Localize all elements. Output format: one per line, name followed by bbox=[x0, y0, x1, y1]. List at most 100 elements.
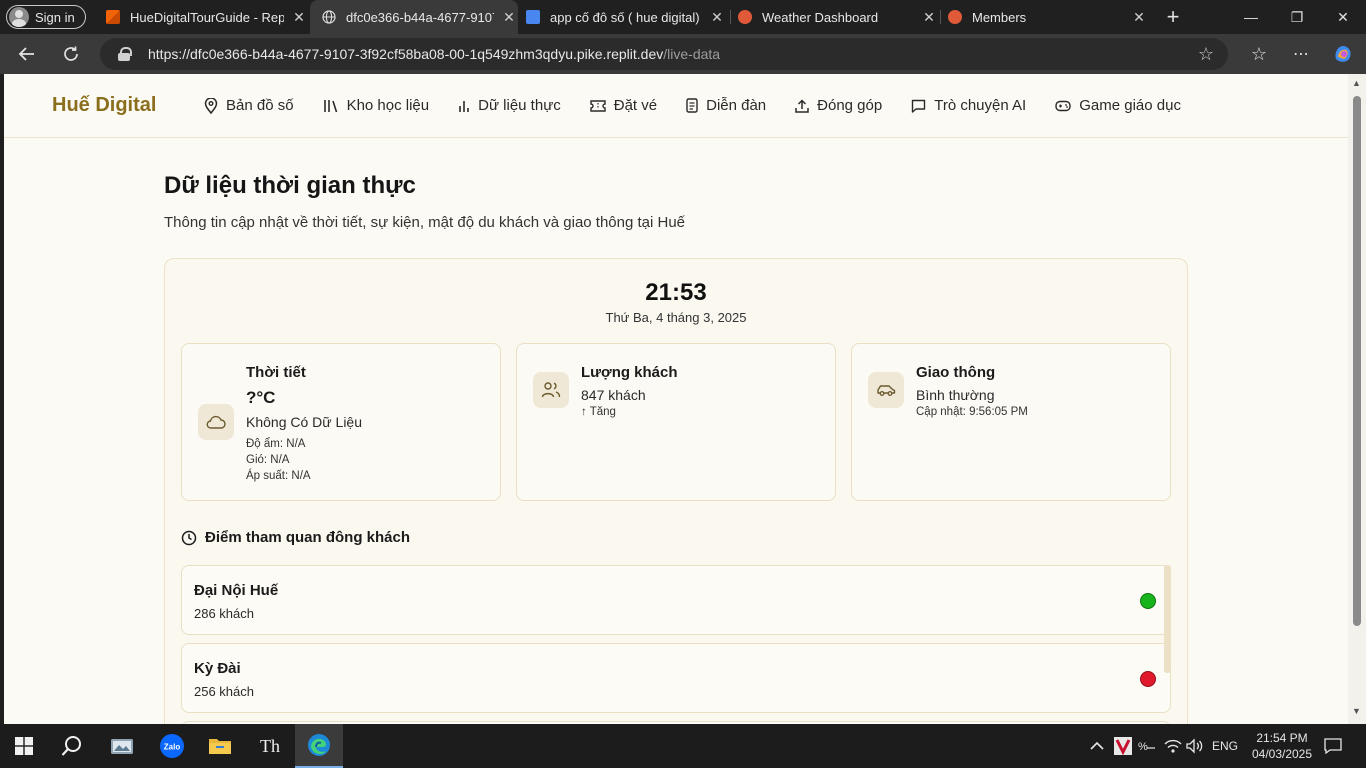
network-icon[interactable] bbox=[1164, 724, 1182, 768]
attractions-list: Đại Nội Huế 286 khách Kỳ Đài 256 khách bbox=[181, 565, 1171, 724]
favorites-icon[interactable]: ☆ bbox=[1244, 40, 1274, 68]
nav-label: Bản đồ số bbox=[226, 97, 294, 114]
globe-icon bbox=[322, 10, 336, 24]
restore-button[interactable]: ❐ bbox=[1274, 0, 1320, 34]
visitors-title: Lượng khách bbox=[581, 364, 678, 381]
tab-title: HueDigitalTourGuide - Replit bbox=[130, 9, 284, 25]
close-tab-icon[interactable]: ✕ bbox=[920, 9, 938, 26]
close-tab-icon[interactable]: ✕ bbox=[500, 9, 518, 26]
tab-google-doc[interactable]: app cố đô số ( hue digital) - ✕ bbox=[520, 0, 726, 34]
traffic-updated: Cập nhật: 9:56:05 PM bbox=[916, 406, 1028, 418]
edge-browser-icon[interactable] bbox=[295, 724, 343, 768]
url-path: /live-data bbox=[663, 46, 721, 62]
weather-pressure: Áp suất: N/A bbox=[246, 470, 311, 482]
copilot-icon[interactable] bbox=[1328, 40, 1358, 68]
close-tab-icon[interactable]: ✕ bbox=[1130, 9, 1148, 26]
list-item[interactable]: Kỳ Đài 256 khách bbox=[181, 643, 1171, 713]
input-method-icon[interactable]: % bbox=[1138, 724, 1156, 768]
scroll-down-icon[interactable]: ▼ bbox=[1352, 706, 1361, 716]
sign-in-button[interactable]: Sign in bbox=[6, 5, 86, 29]
windows-taskbar: Zalo Th % ENG 21:54 PM 04/03/2025 bbox=[0, 724, 1366, 768]
app-favicon-icon bbox=[948, 10, 962, 24]
address-bar[interactable]: https://dfc0e366-b44a-4677-9107-3f92cf58… bbox=[100, 38, 1228, 70]
task-view-icon[interactable] bbox=[98, 724, 146, 768]
tab-title: dfc0e366-b44a-4677-9107-3 bbox=[346, 9, 494, 25]
nav-item-contribute[interactable]: Đóng góp bbox=[795, 97, 882, 114]
url-host: https://dfc0e366-b44a-4677-9107-3f92cf58… bbox=[148, 46, 664, 62]
new-tab-button[interactable]: + bbox=[1150, 0, 1196, 34]
nav-item-library[interactable]: Kho học liệu bbox=[323, 97, 429, 114]
nav-item-ai-chat[interactable]: Trò chuyện AI bbox=[911, 97, 1026, 114]
profile-avatar-icon bbox=[9, 7, 29, 27]
brand-logo[interactable]: Huế Digital bbox=[52, 94, 204, 117]
more-menu-icon[interactable]: ⋯ bbox=[1286, 40, 1316, 68]
notification-icon[interactable] bbox=[1324, 724, 1342, 768]
nav-label: Dữ liệu thực bbox=[478, 97, 561, 114]
replit-favicon-icon bbox=[106, 10, 120, 24]
search-icon[interactable] bbox=[48, 724, 96, 768]
weather-temperature: ?°C bbox=[246, 388, 276, 407]
nav-item-edu-game[interactable]: Game giáo dục bbox=[1055, 97, 1181, 114]
weather-humidity: Độ ẩm: N/A bbox=[246, 438, 306, 450]
nav-item-map[interactable]: Bản đồ số bbox=[204, 97, 294, 114]
scroll-up-icon[interactable]: ▲ bbox=[1352, 78, 1361, 88]
weather-card: Thời tiết ?°C Không Có Dữ Liệu Độ ẩm: N/… bbox=[181, 343, 501, 501]
sign-in-label: Sign in bbox=[35, 9, 75, 25]
visitors-count: 847 khách bbox=[581, 387, 646, 403]
nav-item-tickets[interactable]: Đặt vé bbox=[590, 97, 657, 114]
browser-toolbar: https://dfc0e366-b44a-4677-9107-3f92cf58… bbox=[0, 34, 1366, 74]
close-window-button[interactable]: ✕ bbox=[1320, 0, 1366, 34]
windows-start-icon[interactable] bbox=[0, 724, 48, 768]
svg-text:%: % bbox=[1138, 741, 1148, 753]
site-header: Huế Digital Bản đồ số Kho học liệu Dữ li… bbox=[4, 74, 1348, 138]
tab-replit[interactable]: HueDigitalTourGuide - Replit ✕ bbox=[96, 0, 308, 34]
current-date: Thứ Ba, 4 tháng 3, 2025 bbox=[605, 310, 747, 325]
clock-icon bbox=[181, 530, 197, 545]
language-indicator[interactable]: ENG bbox=[1212, 724, 1238, 768]
nav-item-forum[interactable]: Diễn đàn bbox=[686, 97, 766, 114]
visitors-trend: ↑ Tăng bbox=[581, 406, 616, 418]
users-icon bbox=[533, 372, 569, 408]
show-hidden-icons[interactable] bbox=[1090, 724, 1104, 768]
file-explorer-icon[interactable] bbox=[196, 724, 244, 768]
list-scrollbar[interactable] bbox=[1164, 565, 1171, 673]
refresh-button[interactable] bbox=[56, 40, 86, 68]
tab-live-data[interactable]: dfc0e366-b44a-4677-9107-3 ✕ bbox=[310, 0, 518, 34]
lock-icon bbox=[118, 47, 132, 61]
gamepad-icon bbox=[1055, 100, 1071, 111]
back-button[interactable] bbox=[12, 40, 42, 68]
antivirus-tray-icon[interactable] bbox=[1114, 724, 1132, 768]
nav-label: Đặt vé bbox=[613, 97, 658, 114]
close-tab-icon[interactable]: ✕ bbox=[290, 9, 308, 26]
map-pin-icon bbox=[204, 97, 218, 114]
status-dot-icon bbox=[1140, 671, 1156, 687]
favorite-star-icon[interactable]: ☆ bbox=[1198, 44, 1214, 65]
zalo-icon[interactable]: Zalo bbox=[148, 724, 196, 768]
page-subtitle: Thông tin cập nhật về thời tiết, sự kiện… bbox=[164, 214, 686, 231]
attraction-name: Kỳ Đài bbox=[194, 660, 241, 677]
volume-icon[interactable] bbox=[1186, 724, 1204, 768]
text-app-icon[interactable]: Th bbox=[246, 724, 294, 768]
taskbar-clock[interactable]: 21:54 PM 04/03/2025 bbox=[1244, 730, 1320, 762]
list-item[interactable]: Đại Nội Huế 286 khách bbox=[181, 565, 1171, 635]
section-title-label: Điểm tham quan đông khách bbox=[205, 529, 411, 546]
minimize-button[interactable]: — bbox=[1228, 0, 1274, 34]
nav-item-live-data[interactable]: Dữ liệu thực bbox=[458, 97, 561, 114]
tab-title: app cố đô số ( hue digital) - bbox=[550, 9, 702, 25]
bar-chart-icon bbox=[459, 100, 469, 112]
scrollbar-thumb[interactable] bbox=[1353, 96, 1361, 626]
traffic-card: Giao thông Bình thường Cập nhật: 9:56:05… bbox=[851, 343, 1171, 501]
close-tab-icon[interactable]: ✕ bbox=[708, 9, 726, 26]
attraction-name: Đại Nội Huế bbox=[194, 582, 279, 599]
tab-members[interactable]: Members ✕ bbox=[944, 0, 1148, 34]
attraction-count: 286 khách bbox=[194, 606, 254, 621]
nav-label: Trò chuyện AI bbox=[934, 97, 1027, 114]
main-navigation: Bản đồ số Kho học liệu Dữ liệu thực Đặt … bbox=[204, 97, 1210, 114]
visitors-card: Lượng khách 847 khách ↑ Tăng bbox=[516, 343, 836, 501]
car-icon bbox=[868, 372, 904, 408]
tab-weather-dashboard[interactable]: Weather Dashboard ✕ bbox=[734, 0, 938, 34]
page-scrollbar[interactable]: ▲ ▼ bbox=[1348, 74, 1366, 724]
attraction-count: 256 khách bbox=[194, 684, 254, 699]
google-docs-icon bbox=[526, 10, 540, 24]
cloud-icon bbox=[198, 404, 234, 440]
